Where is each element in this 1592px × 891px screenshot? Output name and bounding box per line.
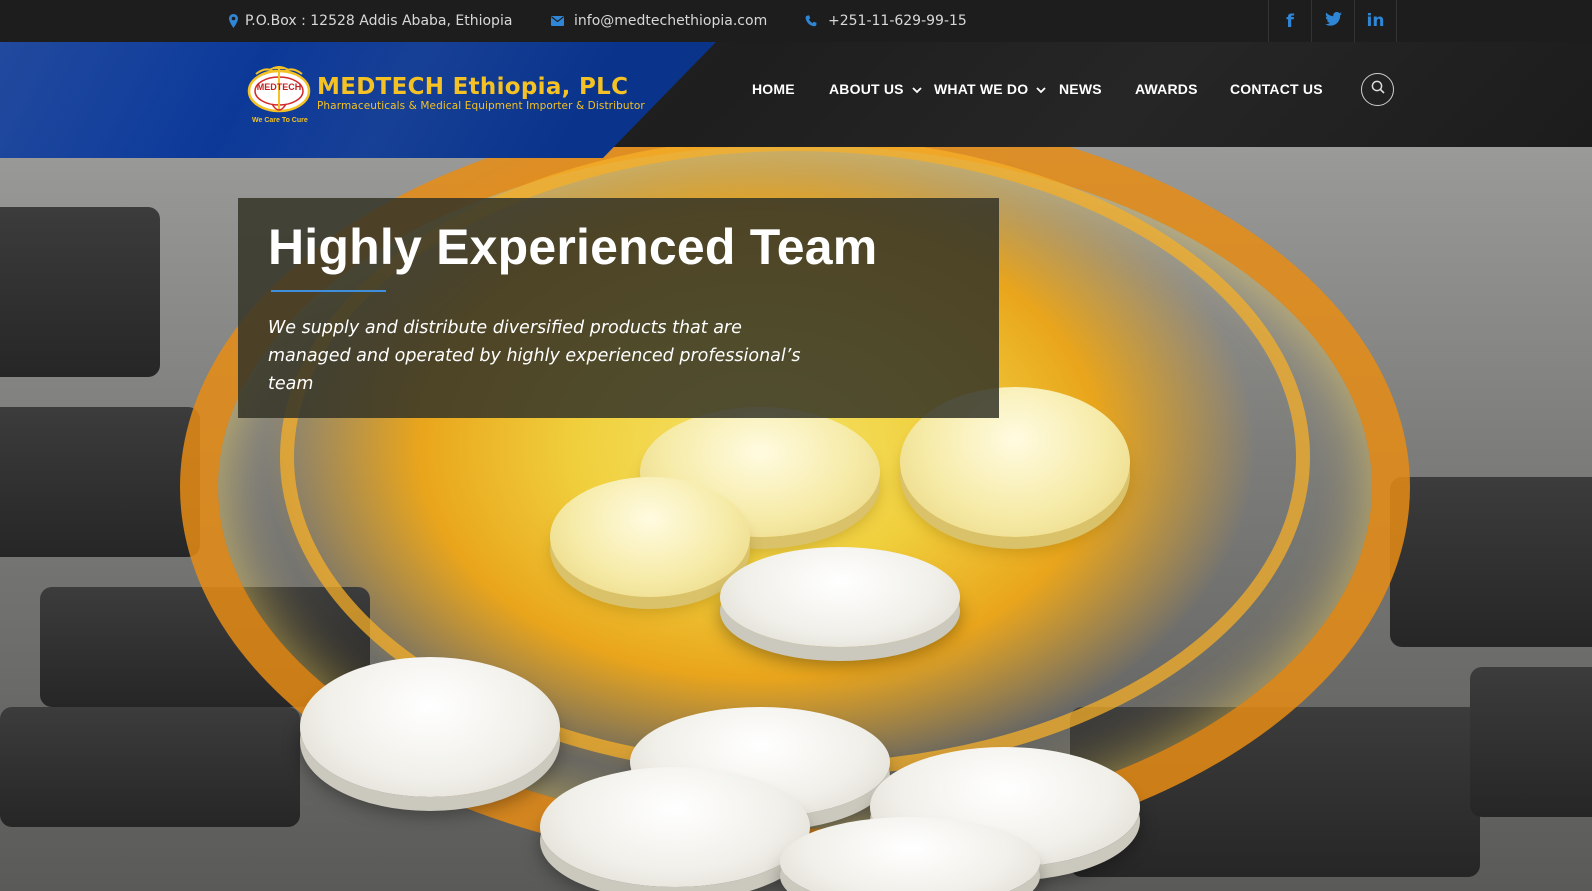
nav-news[interactable]: NEWS	[1059, 42, 1102, 136]
search-button[interactable]	[1361, 73, 1394, 106]
hero-text: We supply and distribute diversified pro…	[268, 318, 801, 394]
map-marker-icon	[229, 14, 238, 28]
email-link[interactable]: info@medtechethiopia.com	[574, 13, 767, 29]
address-info: P.O.Box : 12528 Addis Ababa, Ethiopia	[229, 0, 512, 42]
facebook-icon: f	[1286, 10, 1294, 32]
title-underline	[271, 290, 386, 292]
linkedin-icon: in	[1366, 11, 1385, 31]
site-logo[interactable]: MEDTECH We Care To Cure MEDTECH Ethiopia…	[246, 60, 645, 130]
hero-caption: Highly Experienced Team We supply and di…	[238, 198, 999, 418]
nav-news-label: NEWS	[1059, 81, 1102, 97]
nav-awards[interactable]: AWARDS	[1135, 42, 1198, 136]
phone-info[interactable]: +251-11-629-99-15	[805, 0, 967, 42]
nav-about-us[interactable]: ABOUT US	[829, 42, 922, 136]
logo-tagline: We Care To Cure	[252, 117, 308, 124]
top-info-bar: P.O.Box : 12528 Addis Ababa, Ethiopia in…	[0, 0, 1592, 42]
chevron-down-icon	[1036, 81, 1046, 97]
twitter-icon	[1324, 11, 1342, 30]
nav-contact-us[interactable]: CONTACT US	[1230, 42, 1323, 136]
nav-awards-label: AWARDS	[1135, 81, 1198, 97]
twitter-link[interactable]	[1311, 0, 1354, 42]
address-text: P.O.Box : 12528 Addis Ababa, Ethiopia	[245, 13, 513, 29]
facebook-link[interactable]: f	[1268, 0, 1311, 42]
phone-text[interactable]: +251-11-629-99-15	[828, 13, 967, 29]
chevron-down-icon	[912, 81, 922, 97]
email-info[interactable]: info@medtechethiopia.com	[551, 0, 767, 42]
brand-name: MEDTECH Ethiopia, PLC	[317, 74, 629, 100]
emblem-text: MEDTECH	[256, 82, 302, 92]
hero-title: Highly Experienced Team	[268, 219, 878, 275]
medtech-emblem-icon: MEDTECH We Care To Cure	[246, 60, 312, 130]
brand-subtitle: Pharmaceuticals & Medical Equipment Impo…	[317, 100, 645, 112]
linkedin-link[interactable]: in	[1354, 0, 1397, 42]
nav-home[interactable]: HOME	[752, 42, 795, 136]
nav-contact-us-label: CONTACT US	[1230, 81, 1323, 97]
search-icon	[1371, 80, 1385, 99]
nav-what-we-do-label: WHAT WE DO	[934, 81, 1029, 97]
nav-what-we-do[interactable]: WHAT WE DO	[934, 42, 1046, 136]
envelope-icon	[551, 16, 564, 26]
phone-icon	[805, 15, 817, 27]
nav-about-us-label: ABOUT US	[829, 81, 904, 97]
nav-home-label: HOME	[752, 81, 795, 97]
